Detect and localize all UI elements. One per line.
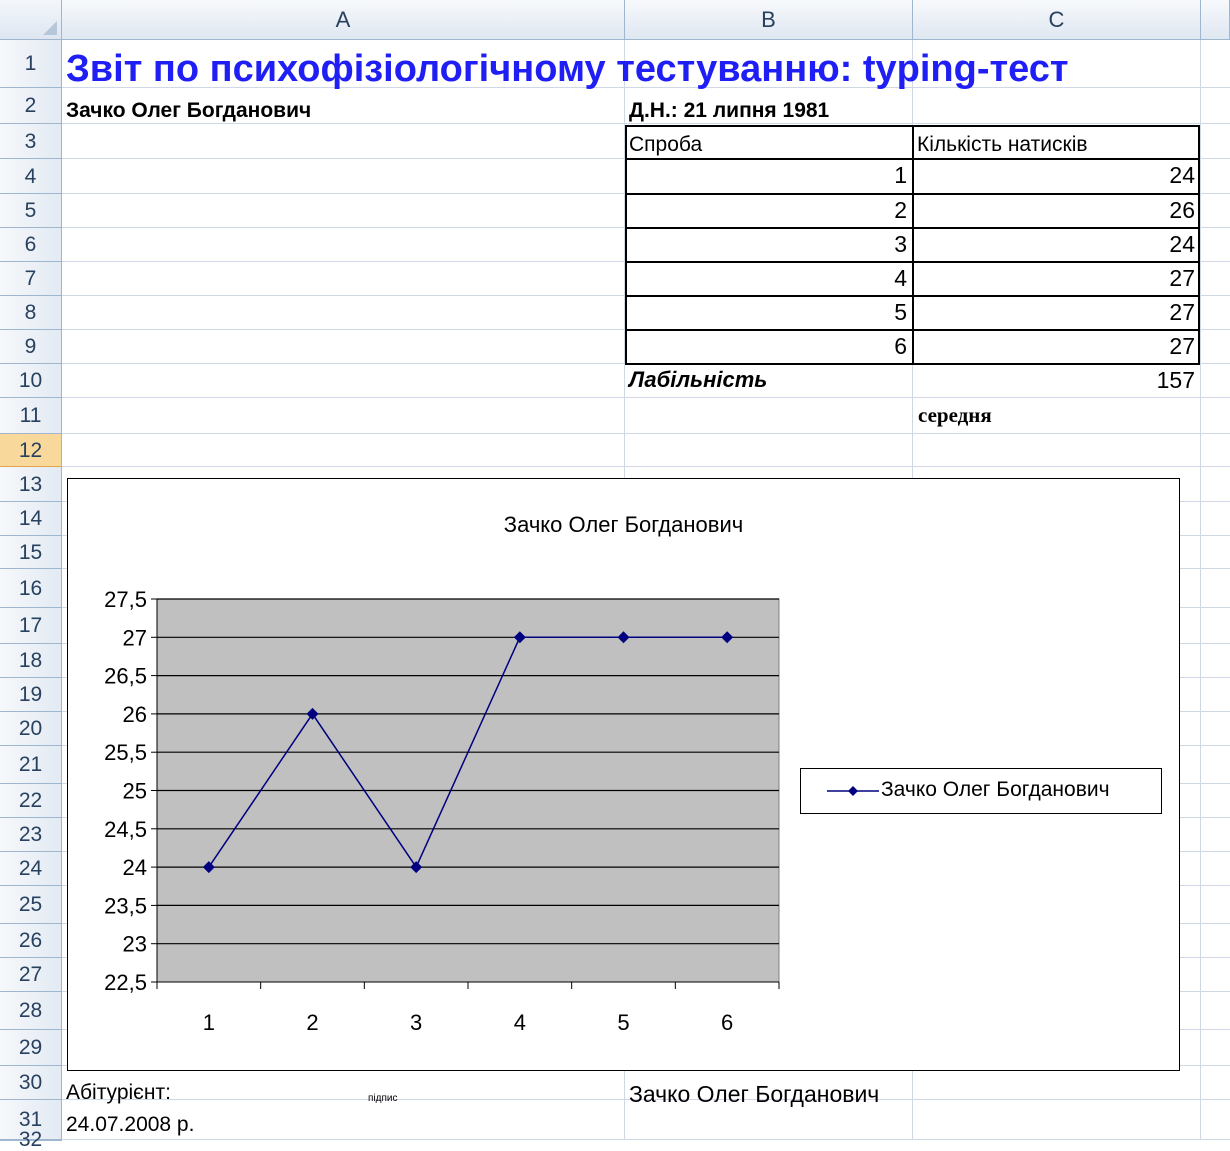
- y-tick-label: 25,5: [104, 740, 147, 765]
- y-tick-label: 23,5: [104, 893, 147, 918]
- row-header[interactable]: 29: [0, 1030, 62, 1066]
- x-tick-label: 3: [410, 1010, 422, 1035]
- attempt-cell[interactable]: 6: [625, 333, 907, 360]
- row-header[interactable]: 2: [0, 88, 62, 124]
- count-cell[interactable]: 27: [913, 265, 1195, 292]
- row-header[interactable]: 22: [0, 784, 62, 818]
- row-header[interactable]: 3: [0, 124, 62, 159]
- row-header[interactable]: 28: [0, 992, 62, 1030]
- row-header[interactable]: 6: [0, 228, 62, 262]
- y-tick-label: 25: [123, 779, 147, 804]
- row-header[interactable]: 20: [0, 712, 62, 746]
- x-tick-label: 1: [203, 1010, 215, 1035]
- y-tick-label: 22,5: [104, 970, 147, 995]
- row-header[interactable]: 11: [0, 398, 62, 434]
- row-header[interactable]: 13: [0, 467, 62, 502]
- x-tick-label: 5: [617, 1010, 629, 1035]
- row-header[interactable]: 15: [0, 536, 62, 569]
- row-header[interactable]: 19: [0, 678, 62, 712]
- column-header-a[interactable]: A: [62, 0, 625, 40]
- row-header[interactable]: 8: [0, 296, 62, 330]
- y-tick-label: 24,5: [104, 817, 147, 842]
- row-header[interactable]: 25: [0, 886, 62, 924]
- table-border: [625, 125, 627, 365]
- row-header[interactable]: 14: [0, 502, 62, 536]
- row-header[interactable]: 1: [0, 40, 62, 88]
- row-header[interactable]: 21: [0, 746, 62, 784]
- column-header-b[interactable]: B: [625, 0, 913, 40]
- count-cell[interactable]: 27: [913, 333, 1195, 360]
- attempt-cell[interactable]: 1: [625, 162, 907, 189]
- attempt-cell[interactable]: 2: [625, 197, 907, 224]
- row-header[interactable]: 27: [0, 958, 62, 992]
- row-header[interactable]: 12: [0, 434, 62, 467]
- spreadsheet: A B C 1 2 3 4 5 6 7 8 9 10 11 12 13 14 15 16 17 18 19 20 21 2…: [0, 0, 1230, 1150]
- row-header[interactable]: 16: [0, 569, 62, 608]
- row-header[interactable]: 23: [0, 818, 62, 852]
- count-header[interactable]: Кількість натисків: [917, 133, 1088, 157]
- y-tick-label: 23: [123, 932, 147, 957]
- count-cell[interactable]: 24: [913, 231, 1195, 258]
- lability-level[interactable]: середня: [918, 403, 992, 428]
- table-border: [1198, 125, 1200, 365]
- grid-line: [62, 397, 1230, 398]
- row-header[interactable]: 26: [0, 924, 62, 958]
- count-cell[interactable]: 26: [913, 197, 1195, 224]
- row-header[interactable]: 7: [0, 262, 62, 296]
- birth-date[interactable]: Д.Н.: 21 липня 1981: [629, 99, 829, 123]
- report-title[interactable]: Звіт по психофізіологічному тестуванню: …: [66, 48, 1069, 91]
- person-name[interactable]: Зачко Олег Богданович: [66, 99, 311, 123]
- attempt-cell[interactable]: 4: [625, 265, 907, 292]
- y-tick-label: 27: [123, 625, 147, 650]
- x-tick-label: 4: [514, 1010, 526, 1035]
- signer-name[interactable]: Зачко Олег Богданович: [629, 1081, 879, 1108]
- row-header[interactable]: 18: [0, 644, 62, 678]
- row-header[interactable]: 4: [0, 159, 62, 194]
- legend-label: Зачко Олег Богданович: [881, 778, 1110, 801]
- x-tick-label: 2: [306, 1010, 318, 1035]
- applicant-label[interactable]: Абітурієнт:: [66, 1081, 171, 1105]
- chart-legend[interactable]: Зачко Олег Богданович: [800, 768, 1162, 814]
- y-tick-label: 24: [123, 855, 147, 880]
- row-header[interactable]: 32: [0, 1129, 62, 1150]
- y-tick-label: 27,5: [104, 587, 147, 612]
- attempt-cell[interactable]: 5: [625, 299, 907, 326]
- count-cell[interactable]: 27: [913, 299, 1195, 326]
- grid-line: [62, 466, 1230, 467]
- attempt-cell[interactable]: 3: [625, 231, 907, 258]
- row-header[interactable]: 5: [0, 194, 62, 228]
- grid-line: [1200, 40, 1201, 1140]
- column-header-c[interactable]: C: [913, 0, 1201, 40]
- chart-title: Зачко Олег Богданович: [503, 512, 744, 537]
- row-header[interactable]: 30: [0, 1066, 62, 1100]
- y-tick-label: 26: [123, 702, 147, 727]
- x-tick-label: 6: [721, 1010, 733, 1035]
- grid-line: [62, 433, 1230, 434]
- table-border: [912, 125, 914, 365]
- count-cell[interactable]: 24: [913, 162, 1195, 189]
- legend-marker-icon: [827, 786, 879, 796]
- lability-label[interactable]: Лабільність: [629, 367, 767, 393]
- row-header[interactable]: 17: [0, 608, 62, 644]
- signature-label[interactable]: підпис: [368, 1093, 397, 1104]
- select-all-icon: [43, 21, 57, 35]
- row-header[interactable]: 24: [0, 852, 62, 886]
- grid-line: [62, 123, 1230, 124]
- y-tick-label: 26,5: [104, 664, 147, 689]
- row-header[interactable]: 9: [0, 330, 62, 364]
- lability-value[interactable]: 157: [913, 367, 1195, 394]
- select-all-corner[interactable]: [0, 0, 62, 40]
- attempt-header[interactable]: Спроба: [629, 133, 702, 157]
- report-date[interactable]: 24.07.2008 р.: [66, 1113, 194, 1137]
- row-header[interactable]: 10: [0, 364, 62, 398]
- column-header-next[interactable]: [1201, 0, 1230, 40]
